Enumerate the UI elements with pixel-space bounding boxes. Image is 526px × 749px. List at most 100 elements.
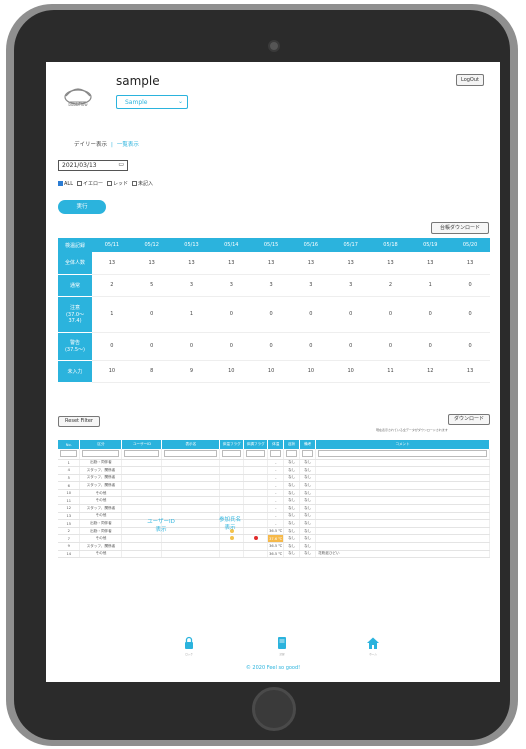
- filter-cell: [219, 449, 245, 460]
- list-view-link[interactable]: 一覧表示: [117, 142, 139, 148]
- row-comment: [315, 512, 490, 521]
- checkbox-icon[interactable]: [58, 180, 63, 186]
- row-user-id: [121, 481, 163, 490]
- detail-header[interactable]: 症状: [283, 440, 301, 449]
- column-filter-input[interactable]: [318, 450, 487, 458]
- column-filter-input[interactable]: [302, 450, 314, 458]
- detail-header[interactable]: 体温フラグ: [219, 440, 245, 449]
- summary-cell: 0: [131, 296, 172, 333]
- detail-header[interactable]: 備考: [299, 440, 317, 449]
- calendar-icon[interactable]: ▭: [118, 161, 124, 169]
- row-symptom: なし: [283, 489, 301, 498]
- summary-cell: 0: [290, 296, 331, 333]
- summary-date-header: 05/12: [131, 238, 172, 252]
- column-filter-input[interactable]: [164, 450, 218, 458]
- row-temperature: 37.6 ℃: [267, 534, 285, 544]
- row-health-flag: [243, 466, 269, 475]
- summary-date-header: 05/14: [211, 238, 252, 252]
- checkbox-icon[interactable]: [131, 181, 137, 186]
- row-comment: [315, 542, 490, 551]
- home-hardware-button[interactable]: [252, 687, 296, 731]
- summary-table: 検温記録 05/11 05/12 05/13 05/14 05/15 05/16 05/17 0…: [58, 238, 490, 383]
- logout-button[interactable]: LogOut: [456, 74, 484, 86]
- row-remarks: なし: [299, 512, 317, 521]
- detail-header[interactable]: 体温: [267, 440, 285, 449]
- download-button[interactable]: ダウンロード: [448, 414, 490, 425]
- table-row[interactable]: 1 出勤・同伴者 - なし なし: [58, 459, 490, 468]
- summary-cell: 2: [370, 274, 411, 297]
- detail-header[interactable]: 表示名: [161, 440, 221, 449]
- summary-cell: 0: [131, 332, 172, 361]
- summary-cell: 0: [370, 296, 411, 333]
- column-filter-input[interactable]: [246, 450, 266, 458]
- column-filter-input[interactable]: [270, 450, 282, 458]
- summary-row-label: 注意 (37.0〜37.4): [58, 296, 92, 333]
- row-symptom: なし: [283, 474, 301, 483]
- row-health-flag: [243, 542, 269, 551]
- summary-cell: 13: [410, 252, 451, 275]
- row-remarks: なし: [299, 496, 317, 506]
- row-category: スタッフ、関係者: [79, 466, 123, 475]
- summary-cell: 5: [131, 274, 172, 297]
- table-row[interactable]: 10 その他 - なし なし: [58, 489, 490, 498]
- column-filter-input[interactable]: [60, 450, 78, 458]
- row-category: その他: [79, 489, 123, 498]
- column-filter-input[interactable]: [124, 450, 160, 458]
- table-row[interactable]: 6 スタッフ、関係者 - なし なし: [58, 481, 490, 490]
- detail-header[interactable]: No.: [58, 440, 81, 449]
- row-remarks: なし: [299, 459, 317, 468]
- table-row[interactable]: 13 その他 - なし なし: [58, 512, 490, 521]
- run-button[interactable]: 実行: [58, 200, 106, 214]
- summary-cell: 0: [211, 332, 252, 361]
- summary-cell: 0: [251, 296, 291, 333]
- summary-cell: 3: [290, 274, 331, 297]
- row-symptom: なし: [283, 550, 301, 559]
- row-temp-flag: [219, 550, 245, 559]
- filter-0[interactable]: ALL: [58, 180, 73, 187]
- table-row[interactable]: 5 スタッフ、関係者 - なし なし: [58, 474, 490, 483]
- lock-icon[interactable]: [182, 636, 196, 650]
- table-row[interactable]: 15 出勤・同伴者 - なし なし: [58, 519, 490, 528]
- table-row[interactable]: 14 その他 36.5 ℃ なし なし 花粉症ひどい: [58, 550, 490, 559]
- checkbox-icon[interactable]: [106, 181, 112, 186]
- filter-1[interactable]: イエロー: [77, 180, 103, 187]
- detail-header[interactable]: ユーザーID: [121, 440, 163, 449]
- summary-cell: 0: [251, 332, 291, 361]
- table-row[interactable]: 7 その他 37.6 ℃ なし なし: [58, 534, 490, 544]
- row-category: 出勤・同伴者: [79, 519, 123, 528]
- filter-2[interactable]: レッド: [106, 180, 128, 187]
- document-icon[interactable]: [275, 636, 289, 650]
- row-no: 10: [58, 489, 81, 498]
- row-user-id: [121, 459, 163, 468]
- lock-caption: ロック: [185, 653, 193, 656]
- table-row[interactable]: 12 スタッフ、関係者 - なし なし: [58, 504, 490, 513]
- detail-header[interactable]: コメント: [315, 440, 490, 449]
- summary-cell: 0: [171, 332, 212, 361]
- row-symptom: なし: [283, 504, 301, 513]
- summary-date-header: 05/15: [251, 238, 291, 252]
- detail-header[interactable]: 体調フラグ: [243, 440, 269, 449]
- column-filter-input[interactable]: [222, 450, 242, 458]
- row-category: スタッフ、関係者: [79, 504, 123, 513]
- filter-3[interactable]: 未記入: [131, 180, 153, 187]
- summary-cell: 10: [290, 360, 331, 383]
- table-row[interactable]: 4 スタッフ、関係者 - なし なし: [58, 466, 490, 475]
- date-input[interactable]: 2021/03/13 ▭: [58, 160, 128, 171]
- table-row[interactable]: 11 その他 - なし なし: [58, 496, 490, 506]
- daily-view-tab[interactable]: デイリー表示: [74, 142, 107, 148]
- row-remarks: なし: [299, 466, 317, 475]
- column-filter-input[interactable]: [82, 450, 120, 458]
- view-switch: デイリー表示 | 一覧表示: [74, 142, 139, 148]
- row-category: スタッフ、関係者: [79, 542, 123, 551]
- row-remarks: なし: [299, 527, 317, 536]
- row-category: その他: [79, 550, 123, 559]
- table-row[interactable]: 9 スタッフ、関係者 36.5 ℃ なし なし: [58, 542, 490, 551]
- reset-filter-button[interactable]: Reset Filter: [58, 416, 100, 427]
- checkbox-icon[interactable]: [77, 181, 82, 186]
- table-row[interactable]: 2 出勤・同伴者 36.5 ℃ なし なし: [58, 527, 490, 536]
- site-select[interactable]: Sample ⌄: [116, 95, 188, 109]
- home-icon[interactable]: [366, 636, 380, 650]
- ledger-download-button[interactable]: 台帳ダウンロード: [431, 222, 489, 234]
- detail-header[interactable]: 区分: [79, 440, 123, 449]
- column-filter-input[interactable]: [286, 450, 298, 458]
